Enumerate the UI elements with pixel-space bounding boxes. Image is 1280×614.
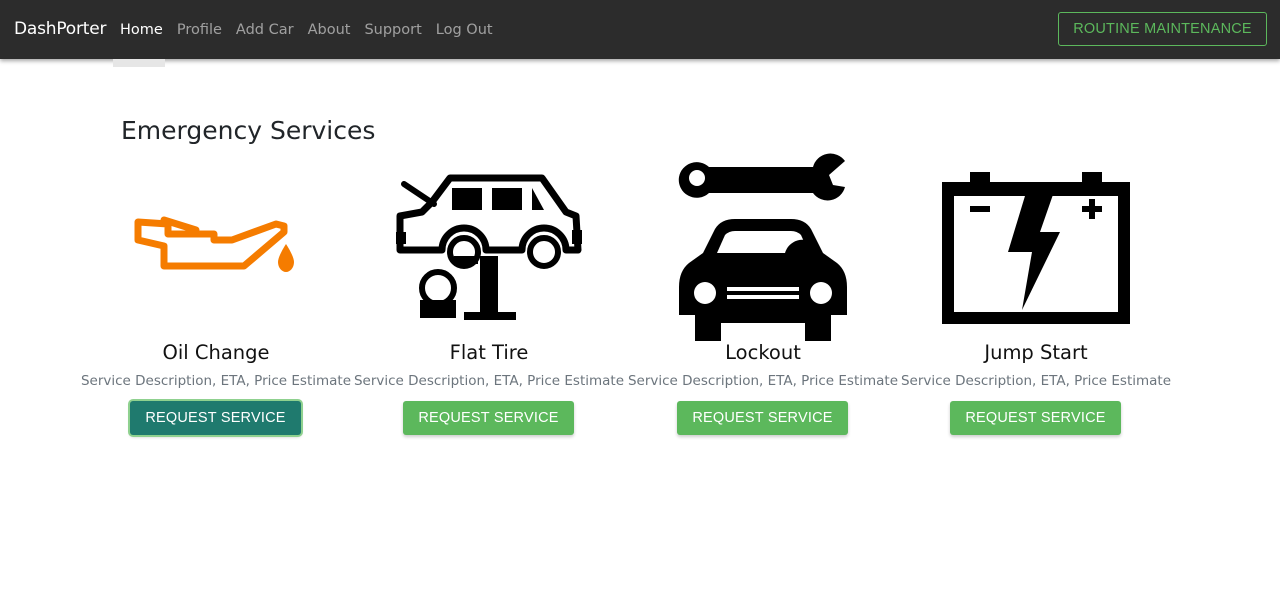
oil-can-icon (86, 150, 346, 340)
battery-icon (906, 150, 1166, 340)
navbar: DashPorter Home Profile Add Car About Su… (0, 0, 1280, 59)
nav-links: Home Profile Add Car About Support Log O… (113, 0, 500, 59)
nav-link-support[interactable]: Support (357, 0, 428, 59)
service-name: Oil Change (162, 341, 270, 364)
service-name: Lockout (725, 341, 801, 364)
nav-link-home[interactable]: Home (113, 0, 170, 59)
request-service-button[interactable]: REQUEST SERVICE (130, 401, 301, 435)
nav-link-add-car[interactable]: Add Car (229, 0, 301, 59)
brand-logo[interactable]: DashPorter (14, 19, 106, 39)
nav-link-profile[interactable]: Profile (170, 0, 229, 59)
service-description: Service Description, ETA, Price Estimate (353, 373, 625, 389)
request-service-button[interactable]: REQUEST SERVICE (950, 401, 1121, 435)
nav-link-about[interactable]: About (301, 0, 358, 59)
service-description: Service Description, ETA, Price Estimate (627, 373, 899, 389)
service-description: Service Description, ETA, Price Estimate (80, 373, 352, 389)
routine-maintenance-button[interactable]: ROUTINE MAINTENANCE (1058, 12, 1267, 46)
request-service-button[interactable]: REQUEST SERVICE (677, 401, 848, 435)
car-wrench-icon (633, 150, 893, 341)
service-name: Flat Tire (449, 341, 529, 364)
request-service-button[interactable]: REQUEST SERVICE (403, 401, 574, 435)
service-name: Jump Start (984, 341, 1088, 364)
service-description: Service Description, ETA, Price Estimate (900, 373, 1172, 389)
page-title: Emergency Services (121, 116, 376, 145)
active-nav-indicator (113, 59, 165, 67)
car-lift-icon (359, 150, 619, 340)
nav-link-log-out[interactable]: Log Out (429, 0, 500, 59)
